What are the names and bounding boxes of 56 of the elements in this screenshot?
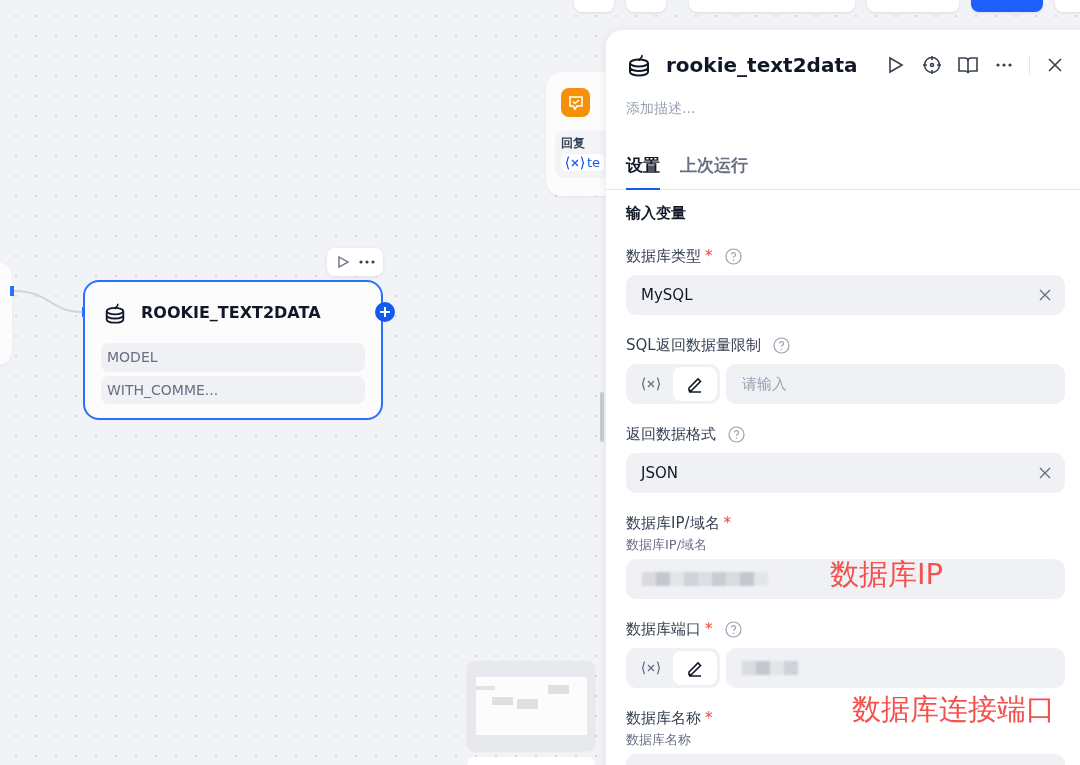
mode-option[interactable] [673, 367, 717, 401]
required-mark: * [705, 620, 713, 638]
node-card[interactable]: 回复 te [546, 72, 606, 196]
variable-icon [565, 155, 585, 170]
help-icon[interactable] [772, 336, 790, 354]
select-field[interactable]: MySQL [626, 275, 1065, 315]
select-value: JSON [641, 464, 678, 482]
blurred-value [742, 661, 798, 675]
pencil-icon [686, 375, 704, 393]
pencil-icon [686, 659, 704, 677]
field-label: 数据库类型 [626, 246, 701, 266]
field-label: 数据库端口 [626, 619, 701, 639]
mode-toggle[interactable] [626, 364, 720, 404]
mode-toggle[interactable] [626, 648, 720, 688]
help-icon[interactable] [724, 620, 742, 638]
clear-icon[interactable] [1039, 467, 1051, 479]
required-mark: * [705, 709, 713, 727]
section-title: 输入变量 [626, 204, 687, 223]
node-title: ROOKIE_TEXT2DATA [141, 303, 321, 323]
reply-icon [561, 88, 590, 117]
field-label: SQL返回数据量限制 [626, 335, 761, 355]
input-field[interactable]: 请输入 [726, 364, 1065, 404]
select-value: MySQL [641, 286, 693, 304]
panel-title: rookie_text2data [666, 53, 859, 77]
field-label: 数据库名称 [626, 708, 701, 728]
required-mark: * [723, 514, 732, 532]
database-icon [626, 52, 652, 78]
add-icon[interactable] [375, 302, 395, 322]
field-hint: 数据库名称 [626, 731, 691, 749]
help-icon[interactable] [728, 425, 745, 443]
tab[interactable]: 上次运行 [680, 154, 748, 190]
run-icon[interactable] [335, 255, 350, 269]
mode-option[interactable] [673, 651, 717, 685]
clear-icon[interactable] [1039, 289, 1051, 301]
node-input: WITH_COMME... [101, 375, 365, 404]
input-field[interactable] [726, 648, 1065, 688]
help-icon[interactable] [724, 247, 742, 265]
more-icon[interactable] [358, 260, 375, 264]
reply-label: 回复 [561, 135, 586, 152]
variable-tag: te [561, 154, 605, 171]
field-label: 返回数据格式 [626, 424, 716, 444]
select-field[interactable]: JSON [626, 453, 1065, 493]
annotation-text: 数据库IP [830, 556, 944, 593]
annotation-text: 数据库连接端口 [852, 691, 1055, 728]
field-hint: 数据库IP/域名 [626, 536, 708, 554]
input-field[interactable] [626, 559, 1065, 599]
node-input: MODEL [101, 343, 365, 372]
variable-icon [641, 661, 661, 675]
book-icon[interactable] [957, 54, 979, 76]
required-mark: * [705, 247, 713, 265]
node-card[interactable]: ROOKIE_TEXT2DATA MODEL WITH_COMME... [83, 280, 383, 420]
tab[interactable]: 设置 [626, 154, 660, 190]
variable-icon [641, 377, 661, 391]
field-label: 数据库IP/域名 [626, 513, 720, 533]
resize-handle[interactable] [600, 392, 604, 442]
target-icon[interactable] [921, 54, 943, 76]
